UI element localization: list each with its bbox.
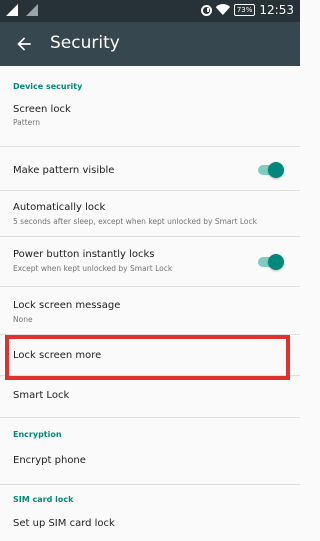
make-pattern-visible-toggle[interactable]	[256, 162, 284, 178]
section-header-device-security: Device security	[13, 82, 83, 91]
settings-list: Device security Screen lock Pattern Make…	[0, 66, 300, 541]
power-button-lock-item[interactable]: Power button instantly locks Except when…	[0, 237, 300, 287]
signal-icon-2	[26, 4, 38, 16]
automatically-lock-title: Automatically lock	[13, 202, 106, 213]
encrypt-phone-title: Encrypt phone	[13, 455, 86, 466]
power-button-lock-subtitle: Except when kept unlocked by Smart Lock	[13, 264, 173, 273]
section-header-sim-card-lock: SIM card lock	[13, 495, 74, 504]
lock-screen-message-title: Lock screen message	[13, 300, 121, 311]
set-up-sim-lock-title: Set up SIM card lock	[13, 518, 115, 529]
back-arrow-icon[interactable]	[14, 34, 34, 54]
set-up-sim-lock-item[interactable]: Set up SIM card lock	[0, 511, 300, 541]
page-title: Security	[50, 33, 120, 53]
smart-lock-title: Smart Lock	[13, 390, 70, 401]
smart-lock-item[interactable]: Smart Lock	[0, 376, 300, 418]
automatically-lock-subtitle: 5 seconds after sleep, except when kept …	[13, 217, 257, 226]
toolbar: Security	[0, 22, 300, 66]
lock-screen-more-title: Lock screen more	[13, 350, 102, 361]
automatically-lock-item[interactable]: Automatically lock 5 seconds after sleep…	[0, 191, 300, 237]
lock-screen-more-item[interactable]: Lock screen more	[0, 335, 300, 376]
encrypt-phone-item[interactable]: Encrypt phone	[0, 446, 300, 485]
screen-lock-subtitle: Pattern	[13, 118, 40, 127]
status-time: 12:53	[259, 3, 294, 17]
battery-icon: 73%	[233, 4, 256, 16]
lock-screen-message-item[interactable]: Lock screen message None	[0, 287, 300, 335]
make-pattern-visible-title: Make pattern visible	[13, 165, 115, 176]
power-button-lock-title: Power button instantly locks	[13, 249, 155, 260]
lock-screen-message-subtitle: None	[13, 315, 33, 324]
alarm-icon	[200, 4, 212, 16]
status-bar: 73% 12:53	[0, 0, 300, 22]
section-header-encryption: Encryption	[13, 430, 62, 439]
screen-lock-title: Screen lock	[13, 104, 71, 115]
make-pattern-visible-item[interactable]: Make pattern visible	[0, 147, 300, 191]
power-button-lock-toggle[interactable]	[256, 254, 284, 270]
screen-lock-item[interactable]: Screen lock Pattern	[0, 103, 300, 147]
wifi-icon	[216, 4, 230, 16]
signal-icon	[6, 4, 18, 16]
